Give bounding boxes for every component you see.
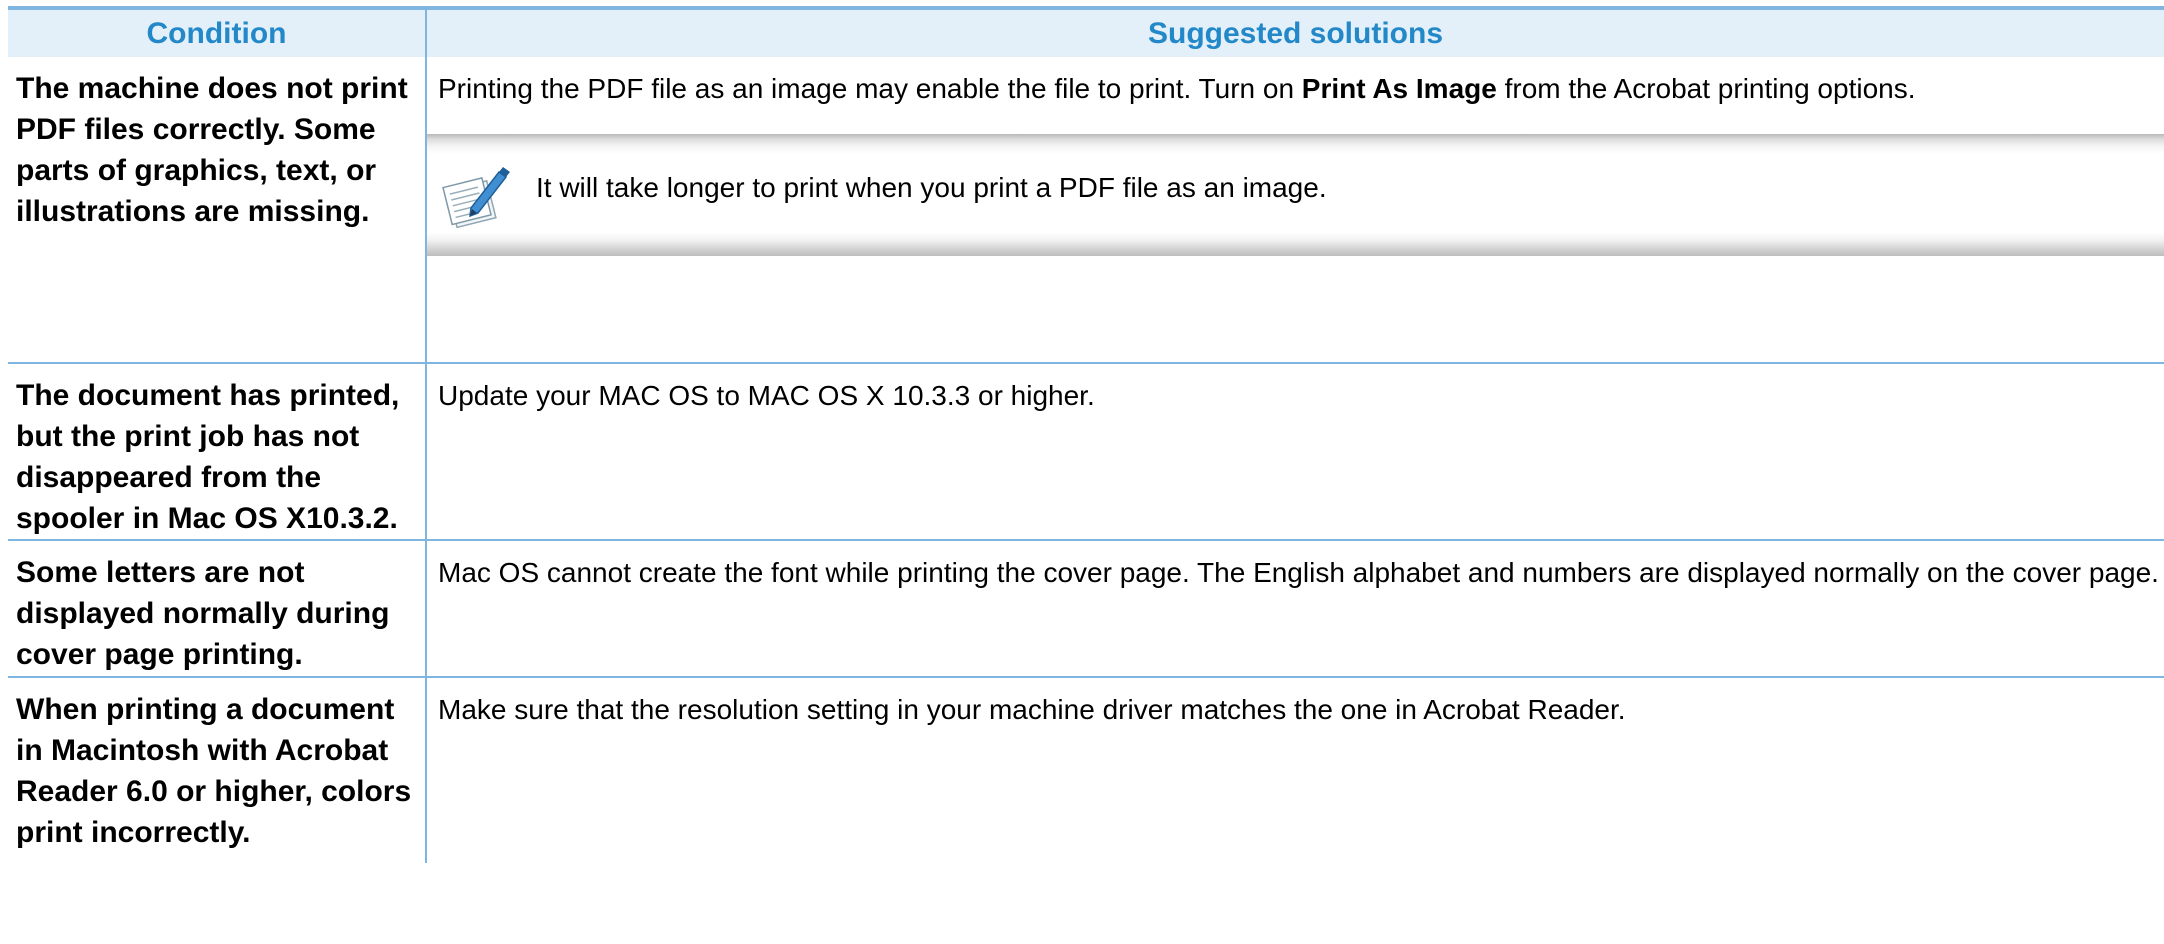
condition-cell: The machine does not print PDF files cor… <box>8 57 427 364</box>
condition-header: Condition <box>8 8 427 57</box>
table-header: Condition Suggested solutions <box>8 8 2164 57</box>
solution-cell: Printing the PDF file as an image may en… <box>426 57 2164 364</box>
solution-cell: Update your MAC OS to MAC OS X 10.3.3 or… <box>426 363 2164 541</box>
header-row: Condition Suggested solutions <box>8 8 2164 57</box>
table-row: Some letters are not displayed normally … <box>8 540 2164 678</box>
condition-cell: When printing a document in Macintosh wi… <box>8 677 427 863</box>
note-pencil-icon <box>442 167 510 229</box>
note-box: It will take longer to print when you pr… <box>427 134 2164 256</box>
print-as-image-option: Print As Image <box>1301 73 1497 104</box>
note-text: It will take longer to print when you pr… <box>536 172 1327 203</box>
solutions-header: Suggested solutions <box>1147 16 1444 50</box>
solution-text-start: Printing the PDF file as an image may en… <box>438 73 1302 104</box>
solution-cell: Mac OS cannot create the font while prin… <box>426 540 2164 678</box>
condition-cell: Some letters are not displayed normally … <box>8 540 427 678</box>
table-body: The machine does not print PDF files cor… <box>8 57 2164 863</box>
table-row: The machine does not print PDF files cor… <box>8 57 2164 364</box>
solution-text-end: from the Acrobat printing options. <box>1496 73 1916 104</box>
condition-cell: The document has printed, but the print … <box>8 363 427 541</box>
table-row: When printing a document in Macintosh wi… <box>8 677 2164 863</box>
troubleshooting-table: Condition Suggested solutions The machin… <box>8 6 2164 863</box>
table-row: The document has printed, but the print … <box>8 363 2164 541</box>
solution-cell: Make sure that the resolution setting in… <box>438 694 1626 725</box>
solution-text: Printing the PDF file as an image may en… <box>438 68 2164 109</box>
